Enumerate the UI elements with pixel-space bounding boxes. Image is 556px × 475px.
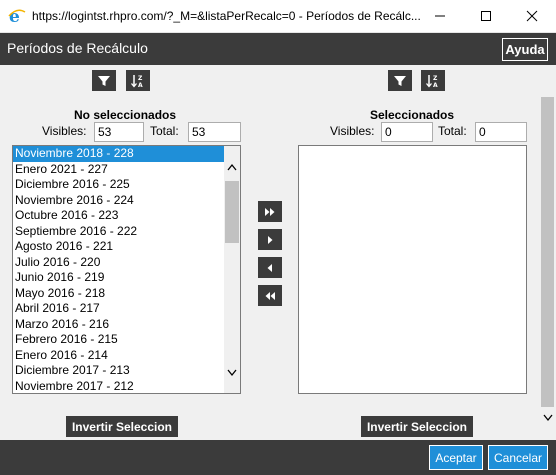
triangle-left-icon [267,263,272,272]
move-right-button[interactable] [258,229,282,250]
list-item[interactable]: Noviembre 2016 - 224 [13,193,224,209]
right-visible-count[interactable] [381,122,433,142]
double-chevron-left-icon [265,291,275,300]
left-panel-title: No seleccionados [74,108,177,122]
right-sort-button[interactable]: Z A [421,70,445,91]
list-item[interactable]: Diciembre 2016 - 225 [13,177,224,193]
double-chevron-right-icon [265,207,275,216]
left-visible-label: Visibles: [42,124,87,138]
unselected-scrollbar[interactable] [224,146,240,393]
right-panel-title: Seleccionados [370,108,455,122]
list-item[interactable]: Marzo 2016 - 216 [13,317,224,333]
close-icon [526,10,538,22]
window-title: https://logintst.rhpro.com/?_M=&listaPer… [32,9,421,23]
list-item[interactable]: Noviembre 2017 - 212 [13,379,224,394]
right-total-label: Total: [438,124,467,138]
window-titlebar: e https://logintst.rhpro.com/?_M=&listaP… [0,0,556,33]
left-total-count[interactable] [188,122,241,142]
dialog-footer: Aceptar Cancelar [0,440,556,475]
selected-listbox[interactable] [298,145,527,394]
chevron-down-icon [227,369,237,377]
list-item[interactable]: Mayo 2016 - 218 [13,286,224,302]
list-item[interactable]: Septiembre 2016 - 222 [13,224,224,240]
help-button[interactable]: Ayuda [502,38,548,61]
page-scroll-thumb[interactable] [541,97,554,407]
cancel-button[interactable]: Cancelar [488,445,548,470]
close-button[interactable] [509,0,555,32]
list-item[interactable]: Diciembre 2017 - 213 [13,363,224,379]
move-left-button[interactable] [258,257,282,278]
filter-icon [98,75,110,86]
svg-text:A: A [138,82,143,89]
right-visible-label: Visibles: [330,124,375,138]
scroll-down-arrow[interactable] [224,366,240,380]
accept-button[interactable]: Aceptar [429,445,483,470]
list-item[interactable]: Abril 2016 - 217 [13,301,224,317]
list-item[interactable]: Enero 2016 - 214 [13,348,224,364]
internet-explorer-icon: e [8,7,26,25]
svg-text:A: A [433,82,438,89]
sort-za-icon: Z A [131,74,143,89]
invert-unselected-button[interactable]: Invertir Seleccion [66,416,178,437]
page-scrollbar[interactable] [539,97,556,440]
move-all-right-button[interactable] [258,201,282,222]
right-filter-button[interactable] [388,70,412,91]
left-sort-button[interactable]: Z A [126,70,150,91]
list-item[interactable]: Octubre 2016 - 223 [13,208,224,224]
list-item[interactable]: Julio 2016 - 220 [13,255,224,271]
scroll-up-arrow[interactable] [224,160,240,174]
filter-icon [394,75,406,86]
svg-text:Z: Z [433,75,438,82]
scroll-thumb[interactable] [225,181,239,243]
triangle-right-icon [268,235,273,244]
list-item[interactable]: Noviembre 2018 - 228 [13,146,224,162]
left-total-label: Total: [150,124,179,138]
svg-text:Z: Z [138,75,143,82]
list-item[interactable]: Agosto 2016 - 221 [13,239,224,255]
maximize-icon [481,11,491,21]
page-scroll-down-arrow[interactable] [541,411,554,425]
left-filter-button[interactable] [92,70,116,91]
dialog-header: Períodos de Recálculo [0,33,556,65]
invert-selected-button[interactable]: Invertir Seleccion [361,416,473,437]
chevron-up-icon [227,163,237,171]
sort-za-icon: Z A [426,74,438,89]
minimize-button[interactable] [417,0,463,32]
list-item[interactable]: Enero 2021 - 227 [13,162,224,178]
left-visible-count[interactable] [94,122,144,142]
minimize-icon [435,15,445,17]
maximize-button[interactable] [463,0,509,32]
chevron-down-icon [542,414,553,422]
list-item[interactable]: Febrero 2016 - 215 [13,332,224,348]
unselected-items: Noviembre 2018 - 228 Enero 2021 - 227 Dici… [13,146,224,394]
unselected-listbox[interactable]: Noviembre 2018 - 228 Enero 2021 - 227 Dici… [12,145,241,394]
list-item[interactable]: Junio 2016 - 219 [13,270,224,286]
move-all-left-button[interactable] [258,285,282,306]
right-total-count[interactable] [475,122,527,142]
dialog-title: Períodos de Recálculo [7,40,148,56]
